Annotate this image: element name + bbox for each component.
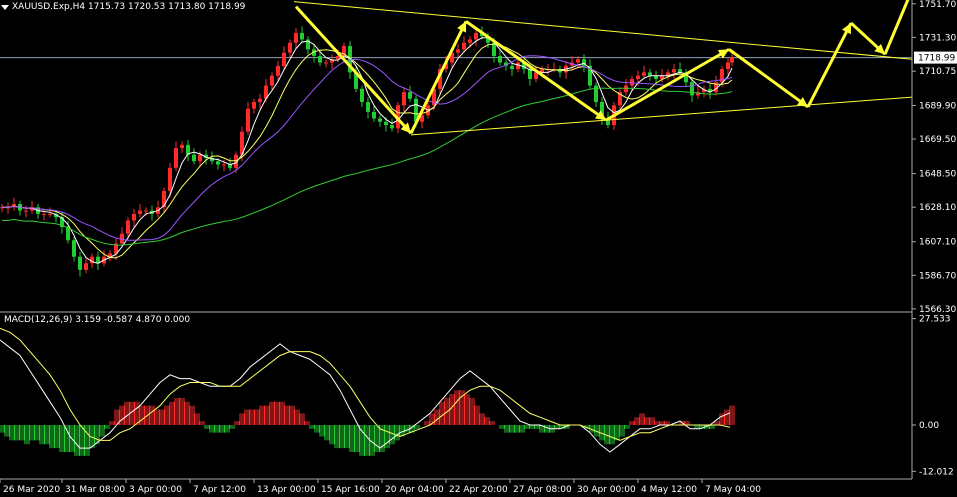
candle-body xyxy=(384,121,388,126)
symbol-header: XAUUSD.Exp,H4 1715.73 1720.53 1713.80 17… xyxy=(12,2,246,12)
candle-body xyxy=(174,148,178,168)
candle-body xyxy=(168,167,172,191)
wave-arrow-shaft xyxy=(883,0,910,55)
time-tick-label: 30 Apr 00:00 xyxy=(577,485,636,495)
candle-body xyxy=(66,227,70,241)
candle-body xyxy=(132,213,136,221)
candle-body xyxy=(258,98,262,103)
time-tick-label: 13 Apr 00:00 xyxy=(257,485,316,495)
price-tick-label: 1586.70 xyxy=(919,271,956,281)
macd-tick-label: -12.012 xyxy=(919,467,954,477)
candle-body xyxy=(726,62,730,70)
wave-arrow-shaft xyxy=(294,5,413,135)
candle-body xyxy=(282,52,286,66)
candle-body xyxy=(630,78,634,86)
time-tick-label: 3 Apr 00:00 xyxy=(129,485,182,495)
price-tick-label: 1710.75 xyxy=(919,67,956,77)
wave-arrow-shaft xyxy=(806,22,853,108)
candle-body xyxy=(366,102,370,112)
candle-body xyxy=(624,85,628,93)
price-tick-label: 1669.50 xyxy=(919,135,956,145)
price-tick-label: 1751.70 xyxy=(919,0,956,10)
chart-menu-icon[interactable] xyxy=(1,5,9,10)
candle-body xyxy=(78,256,82,270)
candle-body xyxy=(48,213,52,215)
candle-body xyxy=(24,210,28,212)
candle-body xyxy=(378,118,382,122)
candle-body xyxy=(672,69,676,73)
candle-body xyxy=(318,55,322,63)
candle-body xyxy=(390,125,394,129)
price-tick-label: 1689.90 xyxy=(919,101,956,111)
wave-arrow-shaft xyxy=(409,20,468,134)
time-tick-label: 20 Apr 04:00 xyxy=(385,485,444,495)
macd-panel xyxy=(0,327,735,456)
candle-body xyxy=(198,154,202,162)
price-tick-label: 1731.30 xyxy=(919,33,956,43)
candle-body xyxy=(42,213,46,215)
price-tick-label: 1566.30 xyxy=(919,305,956,315)
candle-body xyxy=(138,210,142,214)
candle-body xyxy=(294,32,298,43)
candle-body xyxy=(276,65,280,76)
candle-body xyxy=(270,75,274,86)
candle-body xyxy=(252,102,256,109)
candle-body xyxy=(690,82,694,96)
wave-arrow-shaft xyxy=(605,48,730,122)
candle-body xyxy=(300,32,304,40)
wave-arrow-shaft xyxy=(465,20,607,122)
candle-body xyxy=(498,55,502,63)
candle-body xyxy=(576,59,580,63)
candle-body xyxy=(144,210,148,212)
time-tick-label: 22 Apr 20:00 xyxy=(449,485,508,495)
macd-tick-label: 0.00 xyxy=(919,421,939,431)
price-tick-label: 1648.50 xyxy=(919,170,956,180)
ma-mid-line xyxy=(2,43,733,259)
candle-body xyxy=(192,154,196,162)
time-tick-label: 26 Mar 2020 xyxy=(3,485,60,495)
candle-body xyxy=(730,57,734,63)
time-tick-label: 31 Mar 08:00 xyxy=(65,485,125,495)
candle-body xyxy=(462,42,466,50)
candle-body xyxy=(372,111,376,119)
candle-body xyxy=(288,42,292,53)
price-tick-label: 1628.10 xyxy=(919,203,956,213)
candle-body xyxy=(402,92,406,106)
candle-body xyxy=(456,49,460,53)
candle-body xyxy=(216,161,220,165)
candle-body xyxy=(360,88,364,103)
time-tick-label: 4 May 12:00 xyxy=(641,485,697,495)
candle-body xyxy=(636,75,640,79)
candle-body xyxy=(246,108,250,132)
candle-body xyxy=(408,92,412,99)
current-price-label: 1718.99 xyxy=(918,54,955,64)
price-panel xyxy=(0,0,913,277)
candle-body xyxy=(72,240,76,257)
candle-body xyxy=(180,144,184,149)
candle-body xyxy=(468,39,472,43)
lower-trendline xyxy=(410,96,913,136)
time-tick-label: 7 Apr 12:00 xyxy=(193,485,246,495)
upper-trendline xyxy=(293,1,913,60)
macd-tick-label: 27.533 xyxy=(919,315,951,325)
candle-body xyxy=(474,32,478,40)
price-tick-label: 1607.10 xyxy=(919,238,956,248)
candle-body xyxy=(648,72,652,76)
time-tick-label: 7 May 04:00 xyxy=(705,485,761,495)
time-tick-label: 27 Apr 08:00 xyxy=(513,485,572,495)
candle-body xyxy=(222,164,226,166)
ma-fast-line xyxy=(2,37,733,264)
chart-canvas[interactable]: 1751.70 1731.30 1710.75 1689.90 1669.50 1648.… xyxy=(0,0,957,497)
candle-body xyxy=(324,62,328,64)
time-tick-label: 15 Apr 16:00 xyxy=(321,485,380,495)
candle-body xyxy=(126,220,130,234)
candle-body xyxy=(510,65,514,70)
macd-header: MACD(12,26,9) 3.159 -0.587 4.870 0.000 xyxy=(4,315,191,325)
candle-body xyxy=(642,72,646,76)
candle-body xyxy=(84,263,88,270)
